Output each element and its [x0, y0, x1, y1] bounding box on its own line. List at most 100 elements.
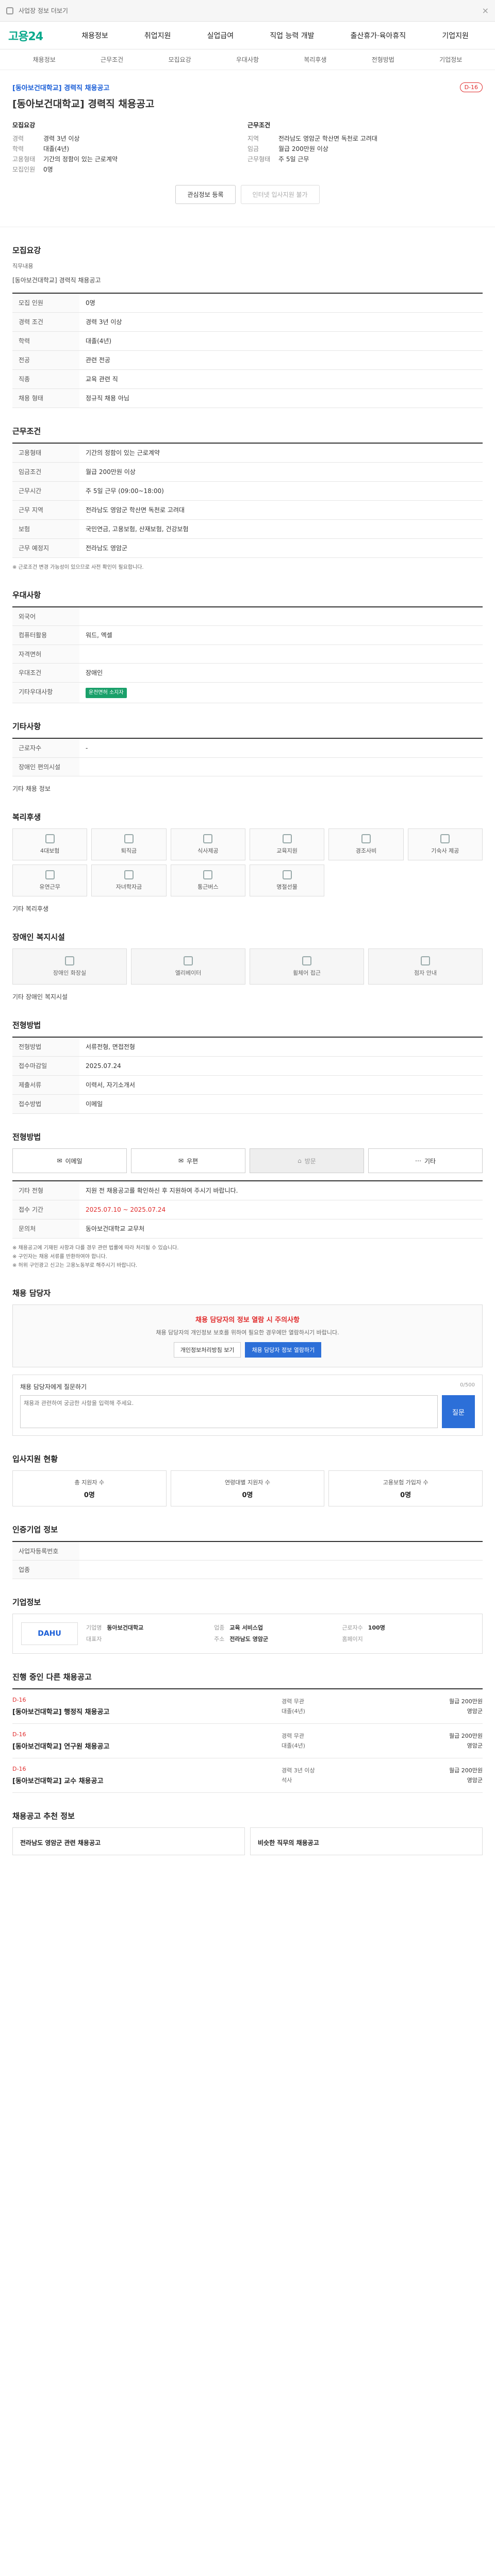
question-box: 채용 담당자에게 질문하기0/500 질문	[12, 1375, 483, 1436]
etc-icon: ⋯	[415, 1157, 421, 1164]
welfare-item: 4대보험	[12, 828, 88, 860]
section-title: 채용 담당자	[12, 1289, 51, 1298]
rec-card[interactable]: 비슷한 직무의 채용공고	[250, 1827, 483, 1855]
recruit-table: 모집 인원 0명 경력 조건 경력 3년 이상 학력 대졸(4년) 전공 관련 전공 직…	[12, 293, 483, 408]
screen-table: 전형방법 서류전형, 면접전형 접수마감일 2025.07.24 제출서류 이력서, …	[12, 1037, 483, 1114]
list-item[interactable]: D-16 [동아보건대학교] 행정직 채용공고 경력 무관 대졸(4년) 월급 20…	[12, 1689, 483, 1724]
menu-item[interactable]: 채용정보	[81, 30, 108, 41]
welfare-icon	[45, 870, 55, 879]
welfare-item: 식사제공	[170, 828, 245, 860]
method-visit[interactable]: ⌂ 방문	[250, 1148, 364, 1173]
visit-icon: ⌂	[298, 1157, 302, 1164]
question-input[interactable]	[20, 1395, 438, 1428]
close-icon[interactable]: ×	[482, 6, 489, 15]
facility-item: 엘리베이터	[131, 948, 245, 985]
welfare-icon	[124, 870, 134, 879]
welfare-icon	[203, 870, 213, 879]
job-title: [동아보건대학교] 경력직 채용공고	[12, 98, 155, 110]
welfare-item: 기숙사 제공	[407, 828, 483, 860]
view-contact-button[interactable]: 채용 담당자 정보 열람하기	[245, 1342, 322, 1358]
section-title: 장애인 복지시설	[12, 933, 65, 942]
legal-notice: ※ 채용공고에 기재된 사항과 다를 경우 관련 법률에 따라 처리될 수 있습…	[12, 1245, 179, 1268]
main-menu: 채용정보 취업지원 실업급여 직업 능력 개발 출산휴가·육아휴직 기업지원	[63, 30, 487, 41]
summary-left: 모집요강 경력 경력 3년 이상 학력 대졸(4년) 고용형태 기간의 정함이 있는 …	[12, 122, 118, 173]
section-title: 인증기업 정보	[12, 1525, 58, 1534]
corp-info: DAHU 기업명 동아보건대학교 업종 교육 서비스업 근로자수 100명 대표자 주…	[12, 1614, 483, 1654]
section-title: 전형방법	[12, 1132, 41, 1142]
tab[interactable]: 근무조건	[78, 55, 145, 64]
etc-more: 기타 채용 정보	[12, 785, 51, 792]
privacy-button[interactable]: 개인정보처리방침 보기	[173, 1342, 241, 1358]
corp-logo: DAHU	[21, 1622, 78, 1645]
section-title: 근무조건	[12, 427, 41, 436]
apply-stats: 총 지원자 수 0명 연령대별 지원자 수 0명 고용보험 가입자 수 0명	[12, 1470, 483, 1506]
apply-table: 기타 전형 지원 전 채용공고를 확인하신 후 지원하여 주시기 바랍니다. 접수…	[12, 1180, 483, 1239]
rec-card[interactable]: 전라남도 영암군 관련 채용공고	[12, 1827, 245, 1855]
tab[interactable]: 우대사항	[213, 55, 281, 64]
global-nav: 고용24 채용정보 취업지원 실업급여 직업 능력 개발 출산휴가·육아휴직 기…	[0, 22, 495, 49]
disabled-grid: 장애인 화장실 엘리베이터 휠체어 접근 점자 안내	[12, 948, 483, 985]
section-title: 채용공고 추천 정보	[12, 1811, 75, 1821]
welfare-item: 자녀학자금	[91, 865, 167, 896]
welfare-item: 퇴직금	[91, 828, 167, 860]
welfare-icon	[45, 834, 55, 843]
facility-item: 장애인 화장실	[12, 948, 127, 985]
welfare-icon	[282, 870, 292, 879]
facility-icon	[421, 956, 430, 965]
ref-table: 사업자등록번호 업종	[12, 1541, 483, 1579]
welfare-grid: 4대보험 퇴직금 식사제공 교육지원 경조사비 기숙사 제공	[12, 828, 483, 860]
section-title: 진행 중인 다른 채용공고	[12, 1672, 92, 1682]
section-title: 모집요강	[12, 246, 41, 255]
company-name[interactable]: [동아보건대학교] 경력직 채용공고	[12, 82, 483, 92]
welfare-icon	[440, 834, 450, 843]
method-post[interactable]: ✉ 우편	[131, 1148, 245, 1173]
post-icon: ✉	[178, 1157, 184, 1164]
summary-right: 근무조건 지역 전라남도 영암군 학산면 독천로 고려대 임금 월급 200만원 이…	[248, 122, 377, 163]
tab[interactable]: 모집요강	[146, 55, 213, 64]
welfare-icon	[361, 834, 371, 843]
tab[interactable]: 전형방법	[349, 55, 417, 64]
welfare-icon	[124, 834, 134, 843]
apply-disabled-button[interactable]: 인터넷 입사지원 불가	[240, 185, 320, 204]
tab[interactable]: 채용정보	[10, 55, 78, 64]
add-interest-button[interactable]: 관심정보 등록	[175, 185, 236, 204]
welfare-item: 통근버스	[170, 865, 245, 896]
welfare-item: 유연근무	[12, 865, 88, 896]
menu-item[interactable]: 출산휴가·육아휴직	[351, 30, 406, 41]
top-notice-bar: 사업장 정보 더보기 ×	[0, 0, 495, 22]
section-title: 입사지원 현황	[12, 1454, 58, 1464]
menu-item[interactable]: 실업급여	[207, 30, 234, 41]
list-item[interactable]: D-16 [동아보건대학교] 연구원 채용공고 경력 무관 대졸(4년) 월급 20…	[12, 1724, 483, 1758]
job-header: [동아보건대학교] 경력직 채용공고 [동아보건대학교] 경력직 채용공고 D-…	[0, 70, 495, 227]
apply-methods: ✉ 이메일 ✉ 우편 ⌂ 방문 ⋯ 기타	[12, 1148, 483, 1173]
section-title: 전형방법	[12, 1021, 41, 1030]
section-title: 기타사항	[12, 722, 41, 731]
mail-icon: ✉	[57, 1157, 62, 1164]
logo[interactable]: 고용24	[8, 27, 43, 44]
notice-icon	[6, 7, 13, 14]
facility-icon	[302, 956, 311, 965]
work-table: 고용형태 기간의 정함이 있는 근로계약 임금조건 월급 200만원 이상 근무시간…	[12, 443, 483, 558]
menu-item[interactable]: 취업지원	[144, 30, 171, 41]
tab[interactable]: 기업정보	[417, 55, 485, 64]
etc-table: 근로자수 - 장애인 편의시설	[12, 738, 483, 776]
job-desc: [동아보건대학교] 경력직 채용공고	[12, 277, 101, 284]
welfare-item: 명절선물	[249, 865, 325, 896]
menu-item[interactable]: 직업 능력 개발	[270, 30, 314, 41]
list-item[interactable]: D-16 [동아보건대학교] 교수 채용공고 경력 3년 이상 석사 월급 200만…	[12, 1758, 483, 1793]
welfare-icon	[203, 834, 213, 843]
section-title: 기업정보	[12, 1598, 41, 1607]
method-etc[interactable]: ⋯ 기타	[368, 1148, 483, 1173]
send-question-button[interactable]: 질문	[442, 1395, 475, 1428]
section-tabs: 채용정보 근무조건 모집요강 우대사항 복리후생 전형방법 기업정보	[0, 49, 495, 70]
welfare-item: 경조사비	[328, 828, 404, 860]
welfare-grid-2: 유연근무 자녀학자금 통근버스 명절선물	[12, 865, 483, 896]
notice-text[interactable]: 사업장 정보 더보기	[19, 6, 68, 15]
facility-item: 휠체어 접근	[250, 948, 364, 985]
facility-item: 점자 안내	[368, 948, 483, 985]
tab[interactable]: 복리후생	[282, 55, 349, 64]
menu-item[interactable]: 기업지원	[442, 30, 469, 41]
dday-badge: D-16	[459, 82, 483, 92]
method-email[interactable]: ✉ 이메일	[12, 1148, 127, 1173]
recommendations: 전라남도 영암군 관련 채용공고 비슷한 직무의 채용공고	[12, 1827, 483, 1855]
